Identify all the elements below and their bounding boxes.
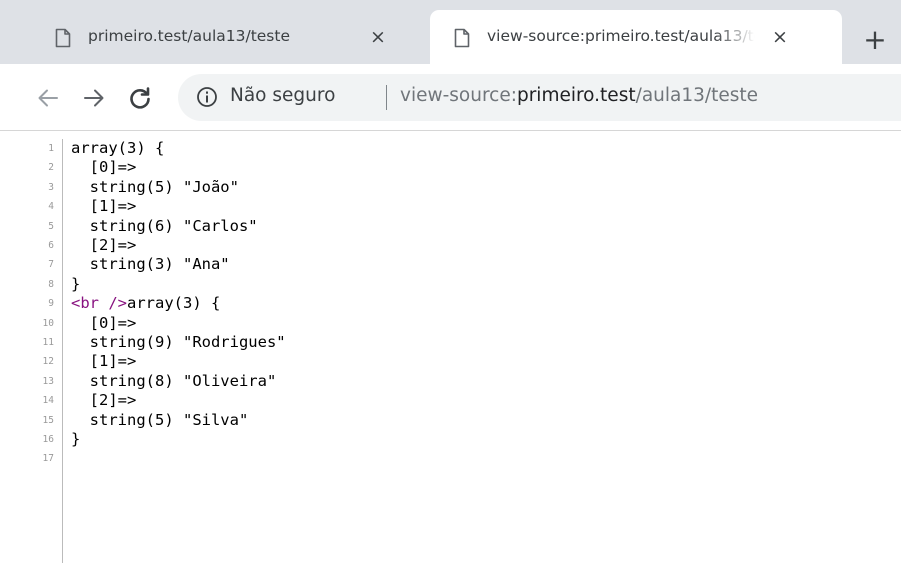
line-number: 1 [48,143,54,154]
url-prefix: view-source: [400,85,517,106]
line-text: string(6) "Carlos" [71,216,258,235]
line-text: array(3) { [71,139,165,157]
line-content: } [71,429,80,449]
line-content: string(8) "Oliveira" [71,371,277,391]
line-number: 8 [48,278,54,290]
arrow-right-icon [84,89,104,107]
new-tab-button[interactable]: + [860,26,890,56]
tab-title: view-source:primeiro.test/aula13/teste [487,27,755,45]
line-text: string(3) "Ana" [71,255,230,274]
back-button[interactable] [34,84,62,112]
security-label[interactable]: Não seguro [230,85,335,106]
info-icon[interactable] [196,86,218,108]
source-view: 1 array(3) {2 [0]=> 3 string(5) "João" 4 [1… [0,131,901,563]
source-line: 10 [0]=> [0,313,901,333]
line-content: string(9) "Rodrigues" [71,332,286,352]
line-text: string(5) "Silva" [71,410,249,429]
line-number: 12 [42,356,54,368]
line-content: [2]=> [71,235,137,255]
line-content: [1]=> [71,196,137,216]
line-content: string(6) "Carlos" [71,216,258,236]
line-content: [1]=> [71,351,137,371]
source-line: 11 string(9) "Rodrigues" [0,332,901,352]
line-number: 7 [48,259,54,271]
reload-button[interactable] [126,84,154,112]
forward-button[interactable] [80,84,108,112]
tab-view-source[interactable]: view-source:primeiro.test/aula13/teste × [430,10,842,64]
source-line: 14 [2]=> [0,390,901,410]
source-line: 16} [0,429,901,449]
line-content: [0]=> [71,313,137,333]
line-content: } [71,274,80,294]
page-icon [454,28,470,48]
line-content: [2]=> [71,390,137,410]
line-number: 17 [42,453,54,465]
line-number: 3 [48,181,54,193]
line-number: 2 [48,162,54,174]
line-text: } [71,274,81,293]
html-tag: <br /> [71,294,127,313]
tab-primeiro-test[interactable]: primeiro.test/aula13/teste × [36,10,420,64]
line-number: 4 [48,201,54,213]
line-text: [2]=> [71,236,137,254]
line-content: string(5) "João" [71,177,239,197]
line-text: string(8) "Oliveira" [71,371,277,390]
toolbar: Não seguro view-source:primeiro.test/aul… [0,64,901,131]
line-number: 14 [42,395,54,407]
source-line: 5 string(6) "Carlos" [0,216,901,236]
line-number: 10 [42,317,54,329]
line-number: 16 [42,434,54,445]
source-line: 1 array(3) { [0,138,901,158]
source-line: 4 [1]=> [0,196,901,216]
line-content: [0]=> [71,157,137,177]
line-content: <br />array(3) { [71,293,220,313]
source-line: 15 string(5) "Silva" [0,410,901,430]
source-line: 12 [1]=> [0,351,901,371]
source-line: 8} [0,274,901,294]
url-separator [386,85,387,110]
line-number: 11 [42,337,54,348]
source-line: 17 [0,448,901,468]
source-line: 7 string(3) "Ana" [0,254,901,274]
line-content: string(5) "Silva" [71,410,249,430]
line-text: [0]=> [71,158,137,177]
source-line: 3 string(5) "João" [0,177,901,197]
tab-strip: primeiro.test/aula13/teste × view-source… [0,0,901,64]
line-text: } [71,430,81,448]
line-number: 9 [48,298,54,310]
line-number: 15 [42,414,54,426]
line-content: array(3) { [71,138,164,158]
url-host: primeiro.test [516,85,636,106]
line-text: string(5) "João" [71,177,239,196]
source-line: 2 [0]=> [0,157,901,177]
reload-icon [130,87,150,109]
line-text: array(3) { [127,294,221,313]
close-tab-icon[interactable]: × [769,26,791,48]
close-tab-icon[interactable]: × [367,26,389,48]
line-number: 13 [42,375,54,387]
page-icon [55,28,71,48]
line-text: string(9) "Rodrigues" [71,333,286,351]
source-line: 13 string(8) "Oliveira" [0,371,901,391]
line-content: string(3) "Ana" [71,254,230,274]
address-bar[interactable]: Não seguro view-source:primeiro.test/aul… [178,74,901,121]
source-line: 6 [2]=> [0,235,901,255]
line-text: [2]=> [71,391,137,410]
line-number: 6 [48,240,54,251]
url-text[interactable]: view-source:primeiro.test/aula13/teste [400,85,758,106]
line-number: 5 [48,220,54,232]
tab-title: primeiro.test/aula13/teste [88,27,290,45]
line-text: [1]=> [71,197,137,216]
url-path: /aula13/teste [635,85,759,106]
line-text: [1]=> [71,352,137,371]
arrow-left-icon [38,89,58,107]
line-text: [0]=> [71,313,137,332]
source-line: 9 <br />array(3) { [0,293,901,313]
